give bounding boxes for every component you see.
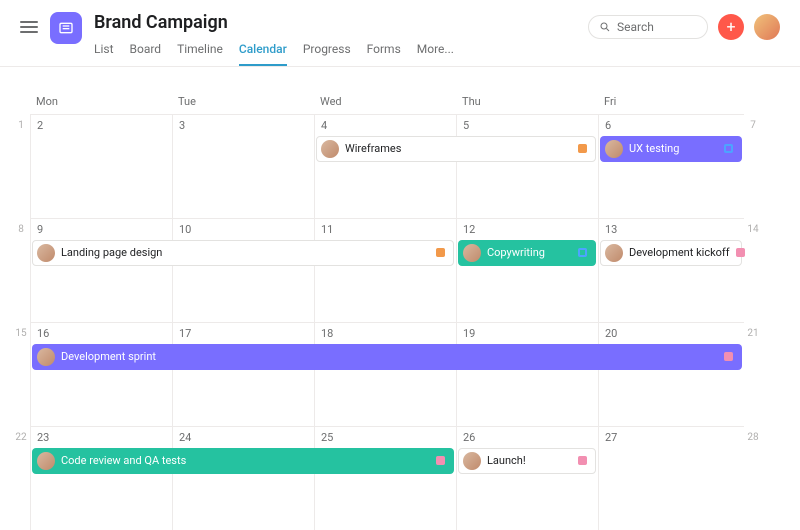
day-head-thu: Thu <box>456 95 598 114</box>
day-head-wed: Wed <box>314 95 456 114</box>
event-launch[interactable]: Launch! <box>458 448 596 474</box>
calendar-cell[interactable]: 19 <box>456 322 598 426</box>
calendar-cell[interactable]: 5 <box>456 114 598 218</box>
day-header-row: Mon Tue Wed Thu Fri <box>12 95 788 114</box>
tab-forms[interactable]: Forms <box>367 42 401 66</box>
event-label: Copywriting <box>487 246 545 259</box>
day-head-mon: Mon <box>30 95 172 114</box>
calendar-cell[interactable]: 11 <box>314 218 456 322</box>
tab-progress[interactable]: Progress <box>303 42 351 66</box>
status-badge <box>578 144 587 153</box>
event-label: Wireframes <box>345 142 401 155</box>
status-badge <box>578 456 587 465</box>
tab-list[interactable]: List <box>94 42 114 66</box>
project-icon[interactable] <box>50 12 82 44</box>
calendar-cell[interactable]: 4 <box>314 114 456 218</box>
events-layer: Landing page design Copywriting Developm… <box>30 240 770 268</box>
events-layer: Code review and QA tests Launch! <box>30 448 770 476</box>
calendar-cell[interactable]: 16 <box>30 322 172 426</box>
event-label: Launch! <box>487 454 526 467</box>
tab-timeline[interactable]: Timeline <box>177 42 223 66</box>
avatar-icon <box>605 244 623 262</box>
avatar-icon <box>463 244 481 262</box>
week-row: 1 2 3 4 5 6 7 Wireframes UX testing <box>12 114 788 218</box>
calendar-cell[interactable]: 27 <box>598 426 744 530</box>
avatar-icon <box>463 452 481 470</box>
day-head-tue: Tue <box>172 95 314 114</box>
day-head-fri: Fri <box>598 95 744 114</box>
avatar-icon <box>37 452 55 470</box>
status-badge <box>724 352 733 361</box>
avatar-icon <box>37 244 55 262</box>
week-num-right: 14 <box>744 218 762 322</box>
app-header: Brand Campaign List Board Timeline Calen… <box>0 0 800 67</box>
event-label: Code review and QA tests <box>61 454 186 467</box>
status-badge <box>436 456 445 465</box>
calendar-cell[interactable]: 24 <box>172 426 314 530</box>
header-main: Brand Campaign List Board Timeline Calen… <box>94 12 576 66</box>
status-badge <box>736 248 745 257</box>
week-num-left: 22 <box>12 426 30 530</box>
hamburger-icon[interactable] <box>20 18 38 36</box>
search-placeholder: Search <box>617 20 654 34</box>
week-row: 15 16 17 18 19 20 21 Development sprint <box>12 322 788 426</box>
event-dev-sprint[interactable]: Development sprint <box>32 344 742 370</box>
add-button[interactable]: + <box>718 14 744 40</box>
page-title: Brand Campaign <box>94 12 576 34</box>
avatar-icon <box>321 140 339 158</box>
calendar-cell[interactable]: 13 <box>598 218 744 322</box>
user-avatar[interactable] <box>754 14 780 40</box>
week-row: 8 9 10 11 12 13 14 Landing page design C… <box>12 218 788 322</box>
calendar-cell[interactable]: 6 <box>598 114 744 218</box>
calendar-cell[interactable]: 17 <box>172 322 314 426</box>
calendar-cell[interactable]: 26 <box>456 426 598 530</box>
calendar-cell[interactable]: 23 <box>30 426 172 530</box>
calendar-cell[interactable]: 10 <box>172 218 314 322</box>
event-label: UX testing <box>629 142 679 155</box>
week-num-right: 7 <box>744 114 762 218</box>
avatar-icon <box>37 348 55 366</box>
status-badge <box>578 248 587 257</box>
calendar-cell[interactable]: 3 <box>172 114 314 218</box>
header-actions: Search + <box>588 14 780 40</box>
calendar-cell[interactable]: 18 <box>314 322 456 426</box>
tab-more[interactable]: More... <box>417 42 454 66</box>
week-num-right: 28 <box>744 426 762 530</box>
event-wireframes[interactable]: Wireframes <box>316 136 596 162</box>
event-dev-kickoff[interactable]: Development kickoff <box>600 240 742 266</box>
event-ux-testing[interactable]: UX testing <box>600 136 742 162</box>
tab-calendar[interactable]: Calendar <box>239 42 287 66</box>
event-label: Landing page design <box>61 246 162 259</box>
calendar-cell[interactable]: 9 <box>30 218 172 322</box>
event-label: Development sprint <box>61 350 156 363</box>
calendar-cell[interactable]: 2 <box>30 114 172 218</box>
tab-board[interactable]: Board <box>130 42 162 66</box>
search-icon <box>599 21 611 33</box>
week-num-left: 15 <box>12 322 30 426</box>
view-tabs: List Board Timeline Calendar Progress Fo… <box>94 42 576 66</box>
week-num-left: 8 <box>12 218 30 322</box>
week-num-left: 1 <box>12 114 30 218</box>
event-copywriting[interactable]: Copywriting <box>458 240 596 266</box>
plus-icon: + <box>726 19 735 35</box>
avatar-icon <box>605 140 623 158</box>
calendar-grid: Mon Tue Wed Thu Fri 1 2 3 4 5 6 7 Wirefr… <box>0 67 800 530</box>
events-layer: Wireframes UX testing <box>30 136 770 164</box>
week-row: 22 23 24 25 26 27 28 Code review and QA … <box>12 426 788 530</box>
calendar-cell[interactable]: 25 <box>314 426 456 530</box>
status-badge <box>724 144 733 153</box>
event-label: Development kickoff <box>629 246 730 259</box>
events-layer: Development sprint <box>30 344 770 372</box>
calendar-cell[interactable]: 12 <box>456 218 598 322</box>
event-landing-page[interactable]: Landing page design <box>32 240 454 266</box>
event-code-review[interactable]: Code review and QA tests <box>32 448 454 474</box>
calendar-cell[interactable]: 20 <box>598 322 744 426</box>
week-num-right: 21 <box>744 322 762 426</box>
search-input[interactable]: Search <box>588 15 708 39</box>
status-badge <box>436 248 445 257</box>
